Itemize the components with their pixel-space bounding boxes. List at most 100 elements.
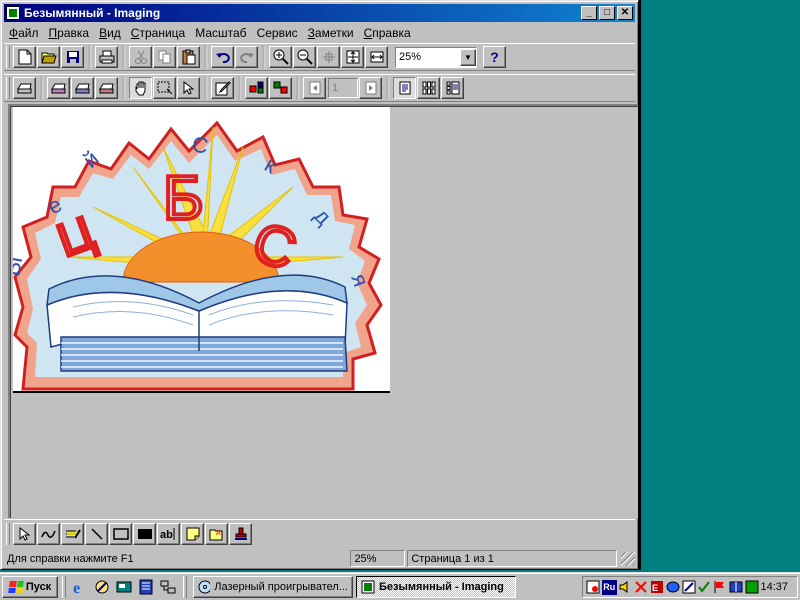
tray-check-icon[interactable] — [697, 580, 712, 595]
clipboard-icon — [182, 49, 195, 65]
redo-button[interactable] — [235, 46, 258, 68]
tray-pen-icon[interactable] — [681, 580, 696, 595]
best-fit-button[interactable] — [341, 46, 364, 68]
freehand-line-button[interactable] — [37, 522, 60, 545]
taskbar-grip — [183, 575, 187, 598]
open-button[interactable] — [37, 46, 60, 68]
cd-player-icon — [198, 580, 211, 593]
letter-b: Б — [163, 164, 204, 233]
rubber-stamp-button[interactable] — [229, 522, 252, 545]
save-button[interactable] — [61, 46, 84, 68]
clock[interactable]: 14:37 — [760, 581, 788, 593]
title-bar[interactable]: Безымянный - Imaging _ □ ✕ — [4, 4, 635, 22]
task-imaging[interactable]: Безымянный - Imaging — [356, 575, 516, 598]
menu-help[interactable]: Справка — [359, 26, 416, 40]
imaging-icon — [361, 580, 375, 593]
menu-bar: Файл Правка Вид Страница Масштаб Сервис … — [4, 23, 416, 42]
print-button[interactable] — [95, 46, 118, 68]
minimize-button[interactable]: _ — [581, 6, 597, 20]
antivirus-icon[interactable] — [634, 580, 649, 595]
toolbar-grip[interactable] — [6, 77, 10, 99]
rotate-right-button[interactable] — [269, 77, 292, 99]
scan-append-button[interactable] — [95, 77, 118, 99]
imaging-app-icon[interactable] — [6, 6, 20, 20]
menu-view[interactable]: Вид — [94, 26, 126, 40]
menu-page[interactable]: Страница — [126, 26, 190, 40]
zoom-to-selection-button[interactable] — [317, 46, 340, 68]
text-from-file-button[interactable]: A — [205, 522, 228, 545]
rotate-left-button[interactable] — [245, 77, 268, 99]
thumbnail-view-button[interactable] — [417, 77, 440, 99]
tray-flag-icon[interactable] — [713, 580, 728, 595]
toolbar-grip[interactable] — [6, 522, 10, 545]
zoom-out-icon — [297, 49, 313, 65]
svg-text:E: E — [652, 583, 658, 593]
next-page-button[interactable] — [359, 77, 382, 99]
show-desktop-icon[interactable] — [114, 577, 134, 597]
previous-page-button[interactable] — [303, 77, 326, 99]
scanner-append-icon — [98, 83, 114, 94]
zoom-in-button[interactable] — [269, 46, 292, 68]
menu-file[interactable]: Файл — [4, 26, 44, 40]
scheduler-icon[interactable] — [665, 580, 680, 595]
scanned-image-page[interactable]: Б Ц С е й С к д я Ы — [13, 107, 390, 393]
zoom-out-button[interactable] — [293, 46, 316, 68]
context-help-button[interactable]: ? — [483, 46, 506, 68]
toolbar-separator — [386, 76, 390, 100]
toolbar-separator — [262, 45, 266, 69]
select-image-button[interactable] — [153, 77, 176, 99]
annotation-toolbar-button[interactable] — [211, 77, 234, 99]
hand-icon — [135, 81, 145, 96]
network-icon[interactable] — [158, 577, 178, 597]
highlighter-button[interactable] — [61, 522, 84, 545]
start-label: Пуск — [25, 580, 52, 593]
annotation-pointer-button[interactable] — [13, 522, 36, 545]
page-and-thumbnails-button[interactable] — [441, 77, 464, 99]
cut-button[interactable] — [129, 46, 152, 68]
text-button[interactable]: ab — [157, 522, 180, 545]
channels-icon[interactable] — [136, 577, 156, 597]
maximize-button[interactable]: □ — [599, 6, 615, 20]
menu-zoom[interactable]: Масштаб — [190, 26, 251, 40]
paste-button[interactable] — [177, 46, 200, 68]
new-document-button[interactable] — [13, 46, 36, 68]
arrow-pointer-icon — [183, 81, 194, 95]
straight-line-button[interactable] — [85, 522, 108, 545]
scan-button[interactable] — [13, 77, 36, 99]
document-view[interactable]: Б Ц С е й С к д я Ы — [8, 104, 638, 518]
copy-button[interactable] — [153, 46, 176, 68]
tray-red-icon[interactable]: E — [649, 580, 664, 595]
zoom-dropdown[interactable]: 25% ▼ — [395, 46, 477, 68]
tray-green-icon[interactable] — [745, 580, 760, 595]
outlook-express-icon[interactable] — [92, 577, 112, 597]
scan-insert-button[interactable] — [71, 77, 94, 99]
dropdown-arrow-icon[interactable]: ▼ — [460, 48, 476, 66]
close-button[interactable]: ✕ — [617, 6, 633, 20]
menu-tools[interactable]: Сервис — [252, 26, 303, 40]
toolbar-grip[interactable] — [6, 46, 10, 68]
previous-page-icon — [309, 81, 320, 95]
filled-rectangle-button[interactable] — [133, 522, 156, 545]
freehand-line-icon — [40, 530, 56, 538]
start-button[interactable]: Пуск — [2, 575, 58, 598]
task-cd-player[interactable]: Лазерный проигрывател... — [193, 575, 353, 598]
annotation-select-button[interactable] — [177, 77, 200, 99]
hollow-rectangle-button[interactable] — [109, 522, 132, 545]
menu-edit[interactable]: Правка — [44, 26, 95, 40]
one-page-view-button[interactable] — [393, 77, 416, 99]
volume-icon[interactable] — [618, 580, 633, 595]
menu-annotation[interactable]: Заметки — [303, 26, 359, 40]
tray-app-icon[interactable] — [586, 580, 601, 595]
toolbar-separator — [122, 45, 126, 69]
tray-book-icon[interactable] — [729, 580, 744, 595]
undo-button[interactable] — [211, 46, 234, 68]
fit-to-width-button[interactable] — [365, 46, 388, 68]
internet-explorer-icon[interactable]: e — [70, 577, 90, 597]
page-number-field[interactable]: 1 — [328, 78, 358, 98]
attach-a-note-button[interactable] — [181, 522, 204, 545]
resize-grip[interactable] — [621, 551, 636, 566]
drag-tool-button[interactable] — [129, 77, 152, 99]
scan-new-button[interactable] — [47, 77, 70, 99]
language-indicator[interactable]: Ru — [601, 579, 617, 595]
toolbar-separator — [296, 76, 300, 100]
